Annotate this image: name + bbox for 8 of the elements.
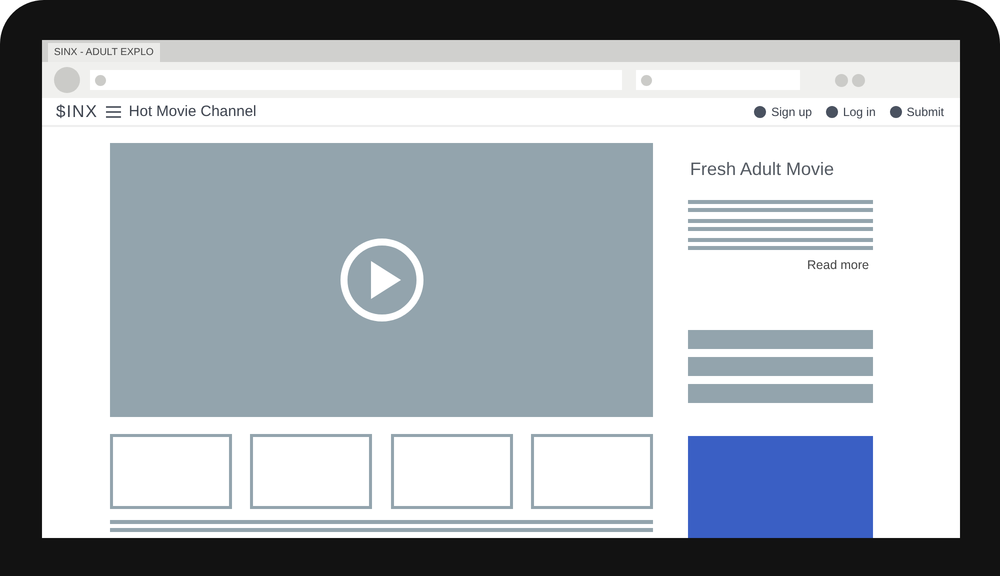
nav-link[interactable]: Log in <box>826 104 876 118</box>
nav-link[interactable]: Sign up <box>754 104 812 118</box>
logo[interactable]: $INX <box>56 102 98 122</box>
nav-link[interactable]: Submit <box>890 104 944 118</box>
read-more-link[interactable]: Read more <box>807 258 869 272</box>
browser-tab[interactable]: SINX - ADULT EXPLO <box>48 43 160 62</box>
site-title: Hot Movie Channel <box>128 103 256 120</box>
section-title: Fresh Adult Movie <box>690 159 836 180</box>
